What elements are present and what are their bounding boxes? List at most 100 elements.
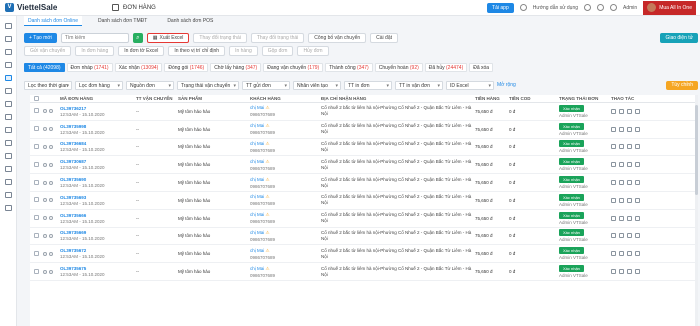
menu-icon[interactable] <box>4 23 12 29</box>
edit-icon[interactable] <box>611 180 616 186</box>
filter-excel-id[interactable]: ID Excel <box>446 80 494 90</box>
store-icon[interactable] <box>4 62 12 68</box>
order-code[interactable]: OL39735672 <box>60 248 86 253</box>
print-icon[interactable] <box>619 180 624 186</box>
status-chip-draft[interactable]: Đơn nháp (1741) <box>66 62 113 72</box>
bell-icon[interactable] <box>610 4 618 11</box>
chat-icon[interactable] <box>43 127 47 132</box>
more-icon[interactable] <box>635 251 640 257</box>
status-chip-deleted[interactable]: Đã xóa <box>469 62 494 72</box>
merge-order-button[interactable]: Gộp đơn <box>261 46 294 56</box>
print-icon[interactable] <box>619 144 624 150</box>
copy-icon[interactable] <box>627 108 632 114</box>
status-chip-cancelled[interactable]: Đã hủy (24474) <box>424 62 468 72</box>
inventory-icon[interactable] <box>4 114 12 120</box>
expand-filters-link[interactable]: Mở rộng <box>497 82 516 88</box>
settings-button[interactable]: Cài đặt <box>370 33 398 43</box>
order-code[interactable]: OL39735690 <box>60 177 86 182</box>
select-all-checkbox[interactable] <box>34 95 39 101</box>
send-shipping-button[interactable]: Gửi vận chuyển <box>24 46 72 56</box>
status-chip-packed[interactable]: Đóng gói (1746) <box>164 62 209 72</box>
status-chip-shipping[interactable]: Đang vận chuyển (179) <box>263 62 324 72</box>
scrollbar[interactable] <box>695 95 698 326</box>
order-code[interactable]: OL39735998 <box>60 124 86 129</box>
finance-icon[interactable] <box>4 140 12 146</box>
edit-icon[interactable] <box>611 269 616 275</box>
info-icon[interactable] <box>49 162 53 167</box>
customer-name[interactable]: chị Mai <box>250 123 264 128</box>
row-checkbox[interactable] <box>34 197 39 203</box>
order-code[interactable]: OL39735693 <box>60 195 86 200</box>
filter-creator[interactable]: Nhân viên tạo <box>293 80 341 90</box>
users-icon[interactable] <box>4 166 12 172</box>
order-code[interactable]: OL39730687 <box>60 159 86 164</box>
info-icon[interactable] <box>49 144 53 149</box>
info-icon[interactable] <box>49 269 53 274</box>
print-goods-button[interactable]: In hàng <box>229 46 258 56</box>
info-icon[interactable] <box>49 251 53 256</box>
table-row[interactable]: OL39736217 12:53AM - 15.10.2020 -- Mỹ tôm h… <box>30 103 698 121</box>
status-chip-returned[interactable]: Chuyển hoàn (92) <box>374 62 423 72</box>
print-icon[interactable] <box>619 269 624 275</box>
chat-icon[interactable] <box>43 180 47 185</box>
copy-icon[interactable] <box>627 197 632 203</box>
tab-tmdt[interactable]: Danh sách đơn TMĐT <box>94 16 151 26</box>
row-checkbox[interactable] <box>34 268 39 274</box>
orders-nav-icon[interactable] <box>4 75 12 81</box>
status-chip-pickup[interactable]: Chờ lấy hàng (347) <box>210 62 262 72</box>
info-icon[interactable] <box>49 233 53 238</box>
customer-name[interactable]: chị Mai <box>250 105 264 110</box>
row-checkbox[interactable] <box>34 179 39 185</box>
edit-icon[interactable] <box>611 233 616 239</box>
table-row[interactable]: OL39735675 12:53AM - 15.10.2020 -- Mỹ tôm h… <box>30 263 698 281</box>
row-checkbox[interactable] <box>34 161 39 167</box>
print-order-button[interactable]: In đơn hàng <box>75 46 115 56</box>
edit-icon[interactable] <box>611 215 616 221</box>
copy-icon[interactable] <box>627 269 632 275</box>
chat-icon[interactable] <box>43 162 47 167</box>
dashboard-icon[interactable] <box>4 36 12 42</box>
order-code[interactable]: OL39736217 <box>60 106 86 111</box>
chat-icon[interactable] <box>43 144 47 149</box>
order-code[interactable]: OL39736684 <box>60 141 86 146</box>
more-icon[interactable] <box>635 269 640 275</box>
copy-icon[interactable] <box>627 162 632 168</box>
filter-print-status[interactable]: TT in đơn <box>344 80 392 90</box>
table-row[interactable]: OL39735690 12:53AM - 15.10.2020 -- Mỹ tôm h… <box>30 174 698 192</box>
notification-icon[interactable] <box>584 4 592 11</box>
logo[interactable]: V ViettelSale <box>0 3 66 12</box>
download-app-button[interactable]: Tải app <box>487 2 514 13</box>
chat-icon[interactable] <box>43 198 47 203</box>
filter-source[interactable]: Nguồn đơn <box>126 80 174 90</box>
chat-icon[interactable] <box>43 269 47 274</box>
add-order-button[interactable]: + Tạo mới <box>24 33 57 43</box>
edit-icon[interactable] <box>611 144 616 150</box>
status-chip-confirmed[interactable]: Xác nhận (13094) <box>114 62 163 72</box>
table-row[interactable]: OL39735693 12:53AM - 15.10.2020 -- Mỹ tôm h… <box>30 192 698 210</box>
edit-icon[interactable] <box>611 197 616 203</box>
filter-shipping-status[interactable]: Trạng thái vận chuyển <box>177 80 239 90</box>
print-icon[interactable] <box>619 108 624 114</box>
more-icon[interactable] <box>635 108 640 114</box>
customer-name[interactable]: chị Mai <box>250 248 264 253</box>
customer-name[interactable]: chị Mai <box>250 230 264 235</box>
chat-icon[interactable] <box>43 233 47 238</box>
guide-link[interactable]: Hướng dẫn sử dụng <box>533 5 578 11</box>
copy-icon[interactable] <box>627 180 632 186</box>
tab-pos[interactable]: Danh sách đơn POS <box>163 16 217 26</box>
table-row[interactable]: OL39735666 12:53AM - 15.10.2020 -- Mỹ tôm h… <box>30 210 698 228</box>
table-row[interactable]: OL39735669 12:53AM - 15.10.2020 -- Mỹ tôm h… <box>30 228 698 246</box>
publish-shipping-button[interactable]: Công bố vận chuyển <box>308 33 367 43</box>
more-icon[interactable] <box>635 233 640 239</box>
e-delivery-button[interactable]: Giao điện tử <box>660 33 698 43</box>
cancel-order-button[interactable]: Hủy đơn <box>297 46 329 56</box>
copy-icon[interactable] <box>627 144 632 150</box>
print-icon[interactable] <box>619 126 624 132</box>
search-button[interactable]: ⌕ <box>132 33 143 43</box>
order-code[interactable]: OL39735675 <box>60 266 86 271</box>
reports-icon[interactable] <box>4 127 12 133</box>
info-icon[interactable] <box>49 109 53 114</box>
print-icon[interactable] <box>619 197 624 203</box>
filter-waybill-print[interactable]: TT in vận đơn <box>395 80 443 90</box>
row-checkbox[interactable] <box>34 232 39 238</box>
